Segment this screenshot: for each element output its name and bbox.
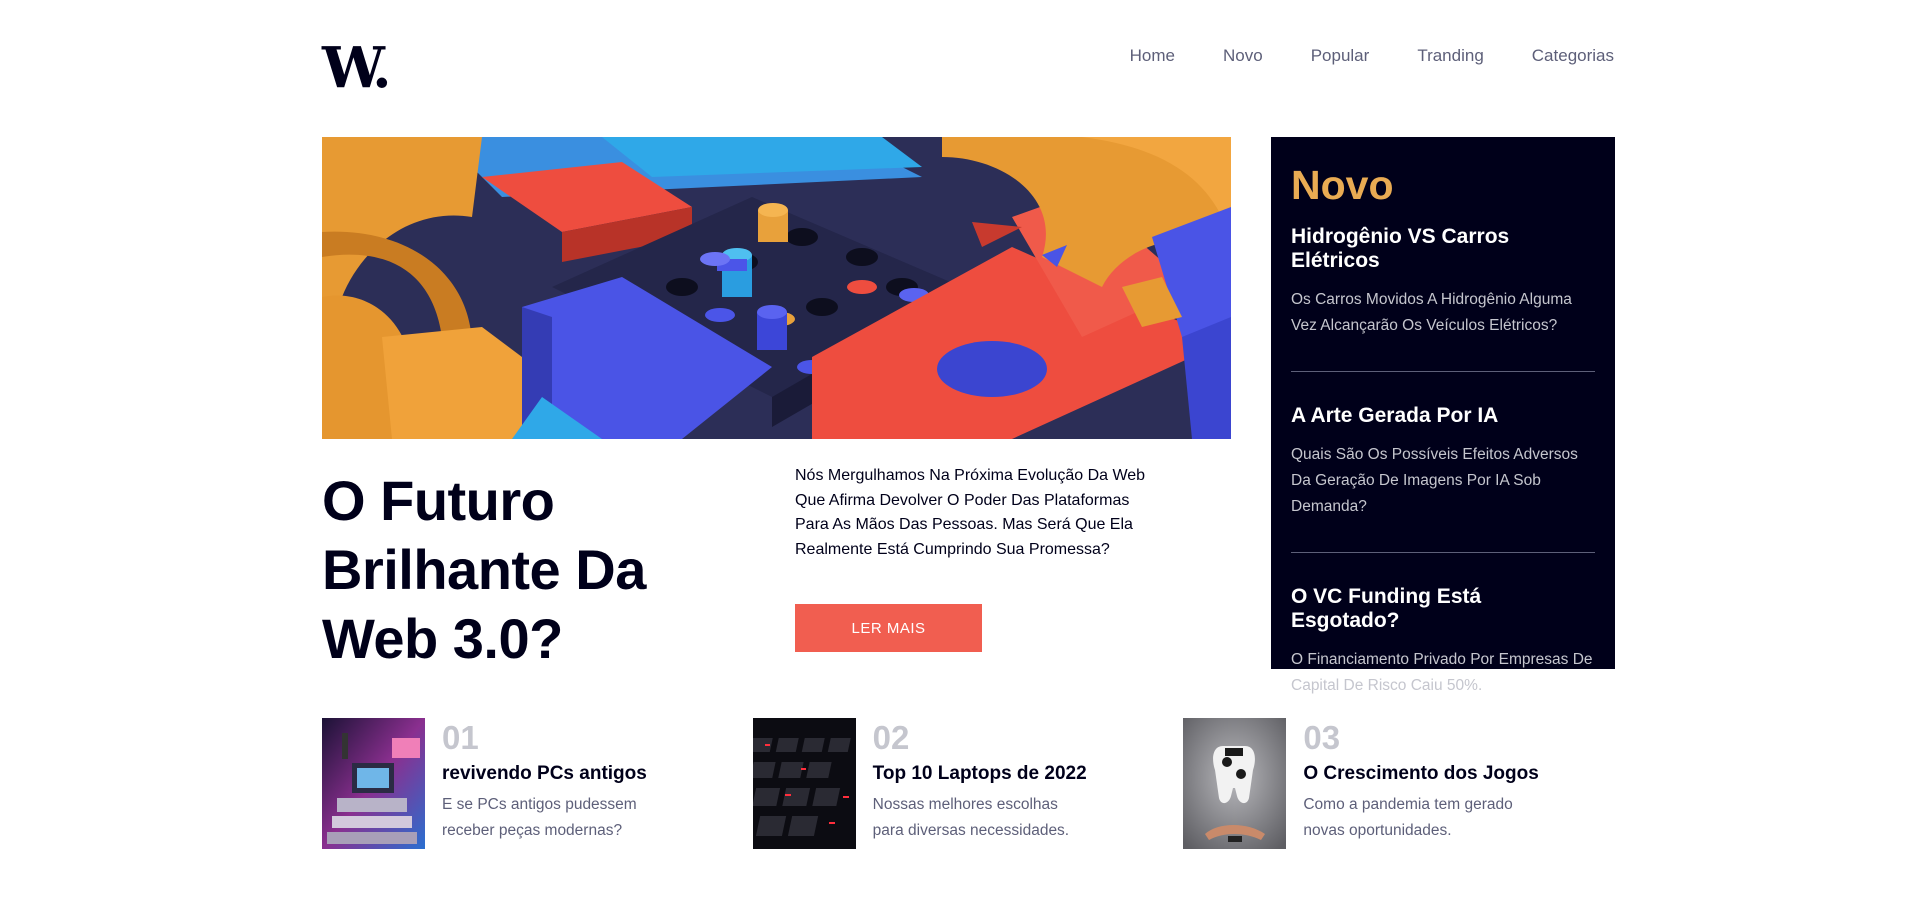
sidebar-article-text: Quais São Os Possíveis Efeitos Adversos … (1291, 446, 1578, 515)
sidebar-article-title[interactable]: Hidrogênio VS Carros Elétricos (1291, 225, 1595, 273)
sidebar-title: Novo (1291, 162, 1394, 208)
card-body: 01 revivendo PCs antigos E se PCs antigo… (442, 718, 662, 849)
page: W. Home Novo Popular Tranding Categorias (322, 0, 1615, 911)
nav-tranding[interactable]: Tranding (1417, 46, 1483, 66)
article-card[interactable]: 02 Top 10 Laptops de 2022 Nossas melhore… (752, 718, 1184, 849)
logo-dot: . (372, 35, 391, 101)
novo-sidebar: Novo Hidrogênio VS Carros Elétricos Os C… (1271, 137, 1615, 694)
nav-novo[interactable]: Novo (1223, 46, 1263, 66)
sidebar-article-text: O Financiamento Privado Por Empresas De … (1291, 651, 1593, 694)
game-controller-thumbnail[interactable] (1183, 718, 1287, 849)
card-title[interactable]: Top 10 Laptops de 2022 (873, 760, 1093, 788)
card-title[interactable]: O Crescimento dos Jogos (1303, 760, 1538, 788)
card-body: 03 O Crescimento dos Jogos Como a pandem… (1303, 718, 1538, 849)
card-text: E se PCs antigos pudessem receber peças … (442, 796, 637, 839)
nav-popular[interactable]: Popular (1311, 46, 1370, 66)
sidebar-article-text: Os Carros Movidos A Hidrogênio Alguma Ve… (1291, 291, 1572, 334)
nav-categorias[interactable]: Categorias (1532, 46, 1614, 66)
nav-home[interactable]: Home (1130, 46, 1175, 66)
card-number: 03 (1303, 719, 1341, 756)
card-text: Nossas melhores escolhas para diversas n… (872, 796, 1070, 839)
retro-pc-thumbnail[interactable] (322, 718, 425, 849)
card-body: 02 Top 10 Laptops de 2022 Nossas melhore… (873, 718, 1093, 849)
sidebar-article: Hidrogênio VS Carros Elétricos Os Carros… (1291, 225, 1595, 372)
sidebar-article: A Arte Gerada Por IA Quais São Os Possív… (1291, 404, 1595, 553)
sidebar-article-title[interactable]: A Arte Gerada Por IA (1291, 404, 1595, 428)
keyboard-thumbnail[interactable] (752, 718, 856, 849)
article-card[interactable]: 01 revivendo PCs antigos E se PCs antigo… (322, 718, 753, 849)
sidebar-article: O VC Funding Está Esgotado? O Financiame… (1291, 585, 1595, 699)
site-logo[interactable]: W. (322, 40, 392, 96)
hero-title: O Futuro Brilhante Da Web 3.0? (322, 469, 646, 670)
card-text: Como a pandemia tem gerado novas oportun… (1303, 796, 1513, 839)
card-title[interactable]: revivendo PCs antigos (442, 760, 662, 788)
article-cards: 01 revivendo PCs antigos E se PCs antigo… (322, 718, 1614, 849)
hero-image (322, 137, 1231, 439)
logo-letter: W (322, 35, 376, 101)
article-card[interactable]: 03 O Crescimento dos Jogos Como a pandem… (1183, 718, 1614, 849)
main-nav: Home Novo Popular Tranding Categorias (1130, 46, 1614, 66)
read-more-button[interactable]: LER MAIS (795, 604, 982, 652)
sidebar-article-title[interactable]: O VC Funding Está Esgotado? (1291, 585, 1595, 633)
card-number: 01 (442, 719, 479, 756)
card-number: 02 (872, 719, 910, 756)
hero-description: Nós Mergulhamos Na Próxima Evolução Da W… (795, 467, 1146, 558)
